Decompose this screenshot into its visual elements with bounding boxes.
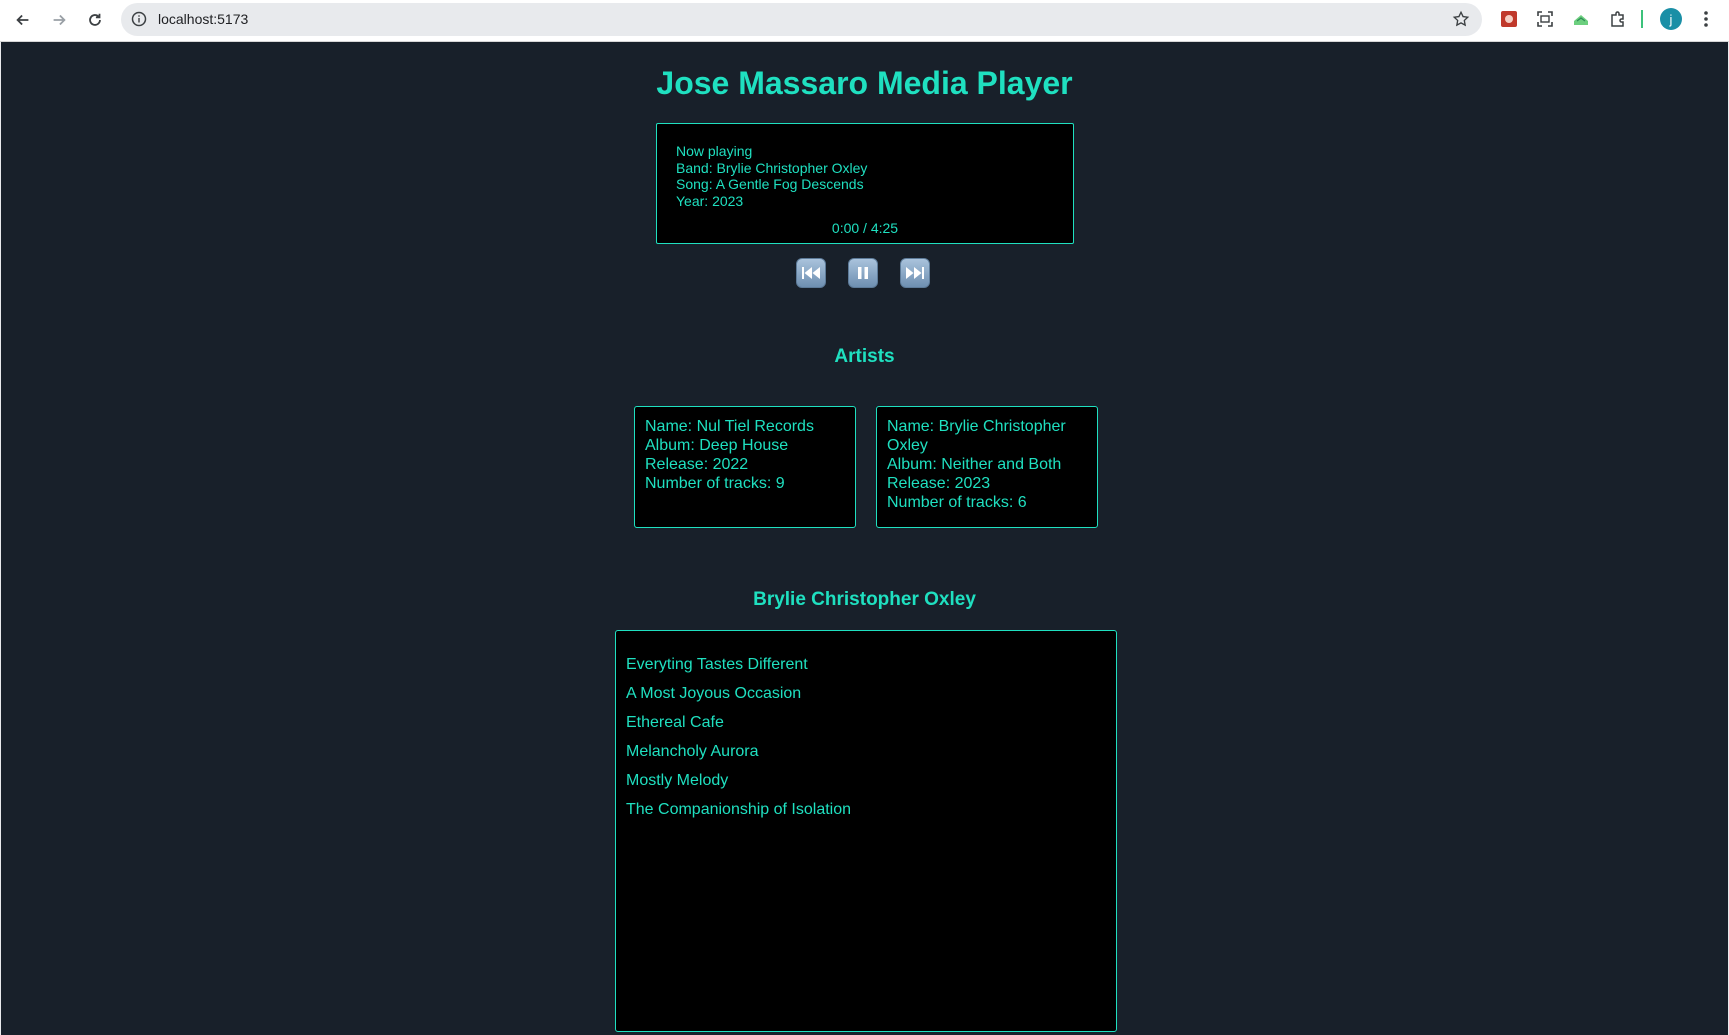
now-playing-year: Year: 2023 <box>676 192 744 209</box>
track-item[interactable]: Mostly Melody <box>616 771 1116 800</box>
now-playing-panel: Now playing Band: Brylie Christopher Oxl… <box>656 123 1074 244</box>
artist-release: Release: 2023 <box>887 475 991 492</box>
selected-artist-heading: Brylie Christopher Oxley <box>753 589 976 610</box>
artist-album: Album: Neither and Both <box>887 456 1062 473</box>
pause-button[interactable] <box>848 258 878 288</box>
extension-green-icon[interactable] <box>1570 8 1592 30</box>
track-item[interactable]: The Companionship of Isolation <box>616 800 1116 829</box>
track-item[interactable]: Ethereal Cafe <box>616 713 1116 742</box>
artist-card[interactable]: Name: Brylie Christopher Oxley Album: Ne… <box>876 406 1098 528</box>
media-player-app: Jose Massaro Media Player Now playing Ba… <box>1 42 1728 1035</box>
artist-album: Album: Deep House <box>645 437 789 454</box>
artist-track-count: Number of tracks: 9 <box>645 475 785 492</box>
playback-time: 0:00 / 4:25 <box>831 220 899 236</box>
url-text[interactable]: localhost:5173 <box>158 11 248 27</box>
puzzle-icon[interactable] <box>1607 8 1629 30</box>
track-item[interactable]: Melancholy Aurora <box>616 742 1116 771</box>
track-item[interactable]: Everyting Tastes Different <box>616 655 1116 684</box>
back-icon[interactable] <box>10 7 36 33</box>
browser-toolbar: localhost:5173 j <box>0 0 1729 42</box>
star-icon[interactable] <box>1452 10 1470 28</box>
artist-card[interactable]: Name: Nul Tiel Records Album: Deep House… <box>634 406 856 528</box>
page-title: Jose Massaro Media Player <box>656 65 1073 101</box>
now-playing-heading: Now playing <box>676 143 753 159</box>
next-track-icon <box>906 267 924 279</box>
reload-icon[interactable] <box>82 7 108 33</box>
artist-release: Release: 2022 <box>645 456 749 473</box>
menu-dots-icon[interactable] <box>1695 8 1717 30</box>
artists-heading: Artists <box>834 346 895 367</box>
previous-button[interactable] <box>796 258 826 288</box>
previous-track-icon <box>802 267 820 279</box>
now-playing-song: Song: A Gentle Fog Descends <box>676 176 864 192</box>
artist-name: Name: Brylie Christopher Oxley <box>887 418 1066 454</box>
info-icon[interactable] <box>131 11 147 27</box>
artist-name: Name: Nul Tiel Records <box>645 418 814 435</box>
track-item[interactable]: A Most Joyous Occasion <box>616 684 1116 713</box>
next-button[interactable] <box>900 258 930 288</box>
forward-icon[interactable] <box>46 7 72 33</box>
extension-red-icon[interactable] <box>1498 8 1520 30</box>
artist-track-count: Number of tracks: 6 <box>887 494 1027 511</box>
pause-icon <box>858 267 868 279</box>
profile-avatar[interactable]: j <box>1660 8 1682 30</box>
address-bar[interactable]: localhost:5173 <box>121 3 1482 36</box>
track-list: Everyting Tastes Different A Most Joyous… <box>615 630 1117 1032</box>
toolbar-separator <box>1641 10 1643 28</box>
screenshot-icon[interactable] <box>1534 8 1556 30</box>
now-playing-band: Band: Brylie Christopher Oxley <box>676 159 868 176</box>
